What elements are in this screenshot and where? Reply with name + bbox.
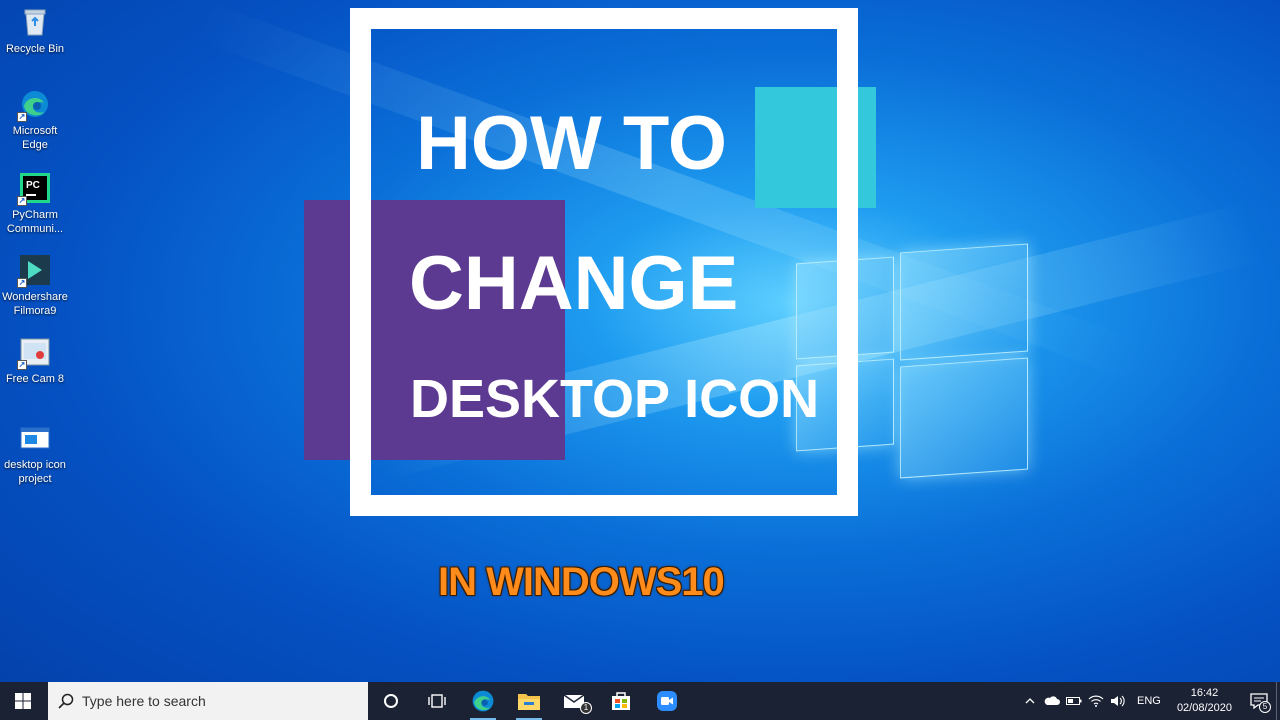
- system-tray: ENG 16:42 02/08/2020 5: [1019, 682, 1280, 720]
- clock-button[interactable]: 16:42 02/08/2020: [1177, 686, 1232, 716]
- pycharm-icon: PC ↗: [17, 172, 51, 206]
- window-project-icon: [19, 422, 51, 454]
- notification-count-badge: 5: [1259, 701, 1271, 713]
- wifi-tray-button[interactable]: [1085, 682, 1107, 720]
- speaker-icon: [1110, 695, 1125, 707]
- shortcut-arrow-icon: ↗: [17, 112, 27, 122]
- headline-line-1: HOW TO: [416, 101, 728, 186]
- headline-line-2: CHANGE: [409, 241, 739, 326]
- taskbar: Type here to search 1 ENG 16:42 02/08/20…: [0, 682, 1280, 720]
- clock-time: 16:42: [1190, 687, 1219, 699]
- store-icon: [612, 692, 630, 710]
- filmora-icon: ↗: [17, 254, 51, 288]
- clock-date: 02/08/2020: [1176, 702, 1232, 714]
- taskbar-file-explorer-button[interactable]: [506, 682, 552, 720]
- windows-start-icon: [15, 693, 31, 709]
- desktop-icon-label: Wondershare Filmora9: [2, 291, 68, 317]
- desktop-icon-microsoft-edge[interactable]: ↗ Microsoft Edge: [0, 88, 70, 152]
- headline-line-3: DESKTOP ICON: [410, 369, 820, 429]
- shortcut-arrow-icon: ↗: [17, 278, 27, 288]
- desktop-icon-label: Microsoft Edge: [12, 125, 58, 151]
- volume-tray-button[interactable]: [1107, 682, 1129, 720]
- action-center-button[interactable]: 5: [1242, 682, 1276, 720]
- wifi-icon: [1088, 695, 1104, 707]
- edge-icon: ↗: [17, 88, 51, 122]
- recycle-bin-icon: [19, 6, 51, 38]
- desktop-icon-project[interactable]: desktop icon project: [0, 422, 70, 486]
- language-indicator[interactable]: ENG: [1129, 682, 1169, 720]
- desktop-icon-label: PyCharm Communi...: [6, 209, 64, 235]
- start-button[interactable]: [0, 682, 46, 720]
- desktop-icon-recycle-bin[interactable]: Recycle Bin: [0, 6, 70, 56]
- svg-text:PC: PC: [26, 180, 40, 191]
- taskbar-store-button[interactable]: [598, 682, 644, 720]
- taskbar-mail-button[interactable]: 1: [552, 682, 598, 720]
- desktop-icon-free-cam[interactable]: ↗ Free Cam 8: [0, 336, 70, 386]
- task-view-icon: [428, 694, 446, 708]
- shortcut-arrow-icon: ↗: [17, 196, 27, 206]
- cortana-circle-icon: [384, 694, 398, 708]
- task-view-button[interactable]: [414, 682, 460, 720]
- edge-icon: [472, 690, 494, 712]
- show-hidden-icons-button[interactable]: [1019, 682, 1041, 720]
- desktop-icon-label: Recycle Bin: [5, 43, 65, 55]
- battery-tray-button[interactable]: [1063, 682, 1085, 720]
- zoom-icon: [657, 691, 677, 711]
- taskbar-search-box[interactable]: Type here to search: [48, 682, 368, 720]
- desktop-icon-label: desktop icon project: [4, 459, 66, 485]
- show-desktop-button[interactable]: [1276, 682, 1280, 720]
- cloud-icon: [1044, 696, 1060, 705]
- taskbar-edge-button[interactable]: [460, 682, 506, 720]
- file-explorer-icon: [518, 694, 540, 710]
- free-cam-icon: ↗: [17, 336, 51, 370]
- desktop-icon-label: Free Cam 8: [5, 373, 65, 385]
- battery-icon: [1065, 697, 1082, 705]
- search-icon: [58, 693, 74, 709]
- shortcut-arrow-icon: ↗: [17, 360, 27, 370]
- desktop-icon-filmora[interactable]: ↗ Wondershare Filmora9: [0, 254, 70, 318]
- onedrive-tray-button[interactable]: [1041, 682, 1063, 720]
- cortana-button[interactable]: [368, 682, 414, 720]
- mail-badge: 1: [580, 702, 592, 714]
- subtitle-in-windows10: IN WINDOWS10: [438, 560, 725, 604]
- search-placeholder: Type here to search: [82, 693, 206, 709]
- chevron-up-icon: [1025, 698, 1035, 704]
- desktop-icon-pycharm[interactable]: PC ↗ PyCharm Communi...: [0, 172, 70, 236]
- taskbar-zoom-button[interactable]: [644, 682, 690, 720]
